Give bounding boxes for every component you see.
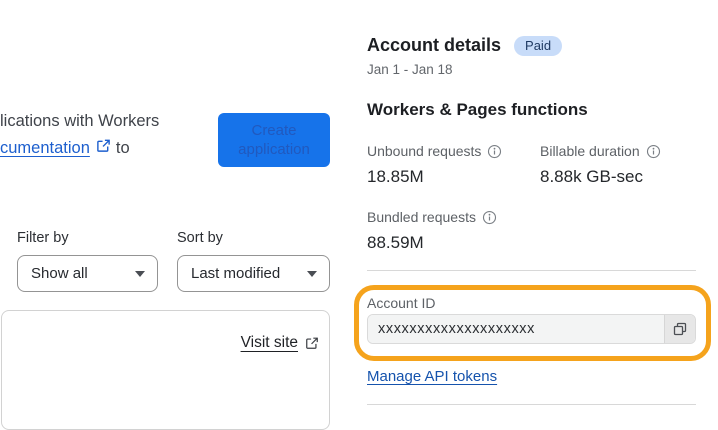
metric-billable-duration: Billable duration 8.88k GB-sec <box>540 143 661 187</box>
copy-icon <box>673 322 687 336</box>
metric-value: 8.88k GB-sec <box>540 167 643 186</box>
copy-account-id-button[interactable] <box>664 315 695 343</box>
account-id-label: Account ID <box>367 295 436 311</box>
metric-bundled-requests: Bundled requests 88.59M <box>367 209 497 253</box>
external-link-icon <box>306 337 318 349</box>
filter-by-label: Filter by <box>17 230 69 246</box>
filter-select-value: Show all <box>31 265 88 282</box>
visit-site-row: Visit site <box>241 334 319 352</box>
metric-value: 88.59M <box>367 233 424 252</box>
usage-section-title: Workers & Pages functions <box>367 100 588 119</box>
intro-text: lications with Workers cumentation to <box>0 108 210 162</box>
intro-line1: lications with Workers <box>0 112 160 130</box>
divider <box>367 270 696 271</box>
metric-label: Unbound requests <box>367 143 502 159</box>
project-card: Visit site <box>1 310 330 430</box>
documentation-link[interactable]: cumentation <box>0 135 90 162</box>
create-application-label-line2: application <box>238 141 310 158</box>
account-details-header: Account details Paid <box>367 35 563 56</box>
metric-unbound-requests: Unbound requests 18.85M <box>367 143 502 187</box>
chevron-down-icon <box>135 270 145 277</box>
info-icon[interactable] <box>646 144 661 159</box>
sort-select[interactable]: Last modified <box>177 255 330 292</box>
account-id-field-group <box>367 314 696 344</box>
create-application-label-line1: Create <box>251 122 297 139</box>
metric-label-text: Unbound requests <box>367 143 482 159</box>
metric-label-text: Bundled requests <box>367 209 476 225</box>
info-icon[interactable] <box>487 144 502 159</box>
metric-label: Billable duration <box>540 143 661 159</box>
sort-select-value: Last modified <box>191 265 281 282</box>
external-link-icon <box>96 135 111 162</box>
intro-line2: cumentation to <box>0 135 210 162</box>
date-range: Jan 1 - Jan 18 <box>367 62 453 77</box>
metric-value: 18.85M <box>367 167 424 186</box>
account-id-input[interactable] <box>368 315 664 343</box>
manage-api-tokens-link[interactable]: Manage API tokens <box>367 368 497 385</box>
info-icon[interactable] <box>482 210 497 225</box>
account-details-title: Account details <box>367 35 502 55</box>
intro-suffix: to <box>115 139 130 157</box>
visit-site-link[interactable]: Visit site <box>241 334 298 352</box>
plan-badge: Paid <box>514 35 563 56</box>
sort-by-label: Sort by <box>177 230 223 246</box>
chevron-down-icon <box>307 270 317 277</box>
metric-label-text: Billable duration <box>540 143 640 159</box>
metric-label: Bundled requests <box>367 209 497 225</box>
divider <box>367 404 696 405</box>
create-application-button[interactable]: Create application <box>218 113 330 167</box>
filter-select[interactable]: Show all <box>17 255 158 292</box>
